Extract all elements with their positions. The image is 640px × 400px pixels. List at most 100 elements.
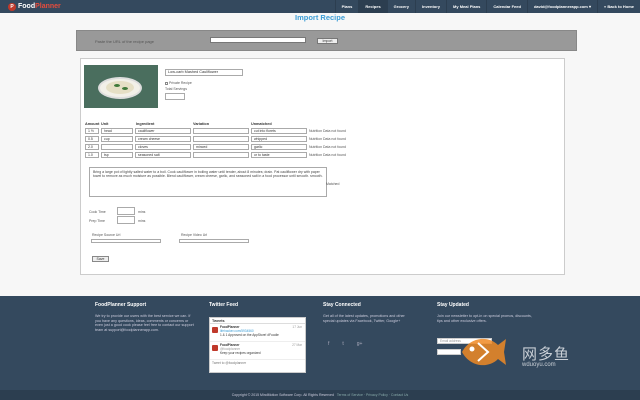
col-unit: Unit (101, 122, 109, 126)
page-title: Import Recipe (294, 13, 345, 22)
herb-garnish (114, 84, 120, 87)
footer-support: FoodPlanner Support We try to provide ou… (95, 302, 195, 332)
unmatched-input[interactable]: whipped (251, 136, 307, 142)
main-menu: Plans Recipes Grocery Inventory My Meal … (334, 0, 640, 13)
col-ingredient: Ingredient (136, 122, 155, 126)
avatar (212, 345, 218, 351)
tweet-time: 17 Jun (292, 325, 302, 329)
avatar (212, 327, 218, 333)
tweet-time: 27 Mar (292, 343, 302, 347)
updated-heading: Stay Updated (437, 302, 469, 308)
variation-input[interactable] (193, 136, 249, 142)
facebook-icon[interactable]: f (328, 341, 329, 347)
amount-input[interactable]: 0.5 (85, 136, 99, 142)
support-heading: FoodPlanner Support (95, 302, 147, 308)
unmatched-input[interactable]: cut into florets (251, 128, 307, 134)
ingredient-input[interactable]: cloves (135, 144, 191, 150)
unmatched-input[interactable]: garlic (251, 144, 307, 150)
nav-recipes[interactable]: Recipes (358, 0, 387, 13)
twitter-heading: Twitter Feed (209, 302, 239, 308)
import-url-bar: Paste the URL of the recipe page Import (76, 30, 577, 51)
nav-account-menu[interactable]: david@foodplannerapp.com ▾ (526, 0, 597, 13)
amount-input[interactable]: 1.0 (85, 152, 99, 158)
herb-garnish (122, 87, 128, 90)
cook-time-input[interactable] (117, 207, 135, 215)
google-plus-icon[interactable]: g+ (357, 341, 363, 347)
watermark-text: 网多鱼 (522, 346, 571, 363)
footer-updated: Stay Updated Join our newsletter to opt-… (437, 302, 537, 323)
private-recipe-toggle[interactable]: Private Recipe (165, 81, 192, 85)
brand-logo[interactable]: P FoodPlanner (8, 2, 61, 11)
prep-time-label: Prep Time (89, 219, 105, 223)
recipe-source-input[interactable] (91, 239, 161, 243)
servings-input[interactable] (165, 93, 185, 100)
recipe-photo (84, 65, 158, 108)
ingredient-input[interactable]: seasoned salt (135, 152, 191, 158)
nutrition-status: Nutrition Data not found (309, 153, 346, 157)
private-label: Private Recipe (169, 81, 192, 85)
nav-inventory[interactable]: Inventory (415, 0, 446, 13)
recipe-video-label: Recipe Video Url (181, 233, 208, 237)
prep-time-input[interactable] (117, 216, 135, 224)
save-button[interactable]: Save (92, 256, 109, 262)
private-checkbox[interactable] (165, 81, 168, 85)
variation-input[interactable] (193, 152, 249, 158)
unit-input[interactable] (101, 144, 133, 150)
tweet-text: 1 & 1 Approved on the AppStore! #Foodie (220, 332, 279, 337)
recipe-form: Low-carb Mashed Cauliflower Private Reci… (80, 58, 565, 275)
nav-my-meal-plans[interactable]: My Meal Plans (446, 0, 486, 13)
variation-input[interactable] (193, 128, 249, 134)
col-unmatched: Unmatched (251, 122, 272, 126)
ingredient-input[interactable]: cauliflower (135, 128, 191, 134)
amount-input[interactable]: 2.0 (85, 144, 99, 150)
variation-input[interactable]: minced (193, 144, 249, 150)
brand-name: FoodPlanner (18, 3, 61, 10)
unit-input[interactable]: tsp (101, 152, 133, 158)
amount-input[interactable]: 1 ½ (85, 128, 99, 134)
ingredient-input[interactable]: cream cheese (135, 136, 191, 142)
nav-grocery[interactable]: Grocery (386, 0, 415, 13)
import-button[interactable]: Import (317, 38, 338, 44)
directions-textarea[interactable]: Bring a large pot of lightly salted wate… (89, 167, 327, 197)
recipe-name-input[interactable]: Low-carb Mashed Cauliflower (165, 69, 243, 76)
import-url-label: Paste the URL of the recipe page (95, 39, 154, 44)
connected-heading: Stay Connected (323, 302, 361, 308)
copyright-bar: Copyright © 2015 MindMotion Software Cor… (0, 390, 640, 400)
unit-input[interactable]: head (101, 128, 133, 134)
connected-text: Get all of the latest updates, promotion… (323, 314, 405, 323)
col-variation: Variation (193, 122, 210, 126)
nutrition-status: Nutrition Data not found (309, 137, 346, 141)
support-text: We try to provide our users with the bes… (95, 314, 194, 332)
nutrition-status: Nutrition Data not found (309, 145, 346, 149)
unmatched-input[interactable]: or to taste (251, 152, 307, 158)
cook-time-label: Cook Time (89, 210, 106, 214)
footer-twitter: Twitter Feed (209, 302, 238, 314)
cook-time-unit: mins (138, 210, 146, 214)
col-amount: Amount (85, 122, 100, 126)
copyright-text: Copyright © 2015 MindMotion Software Cor… (231, 393, 334, 397)
nav-calendar-feed[interactable]: Calendar Feed (486, 0, 527, 13)
footer-connected: Stay Connected Get all of the latest upd… (323, 302, 415, 323)
tweet[interactable]: FoodPlanner 17 Jun lifehacker.com/593456… (210, 324, 305, 342)
footer-links[interactable]: Terms of Service · Privacy Policy · Cont… (337, 393, 408, 397)
chef-hat-icon: P (8, 2, 16, 11)
servings-label: Total Servings (165, 87, 187, 91)
nav-back-home[interactable]: « Back to Home (596, 0, 640, 13)
import-url-input[interactable] (210, 37, 306, 43)
twitter-widget[interactable]: Tweets FoodPlanner 17 Jun lifehacker.com… (209, 317, 306, 373)
nav-plans[interactable]: Plans (334, 0, 359, 13)
tweet-to-link[interactable]: Tweet to @foodplanner (210, 360, 305, 366)
watermark-url: wduoyu.com (522, 362, 556, 368)
recipe-source-label: Recipe Source Url (92, 233, 121, 237)
nutrition-status: Nutrition Data not found (309, 129, 346, 133)
recipe-video-input[interactable] (179, 239, 249, 243)
prep-time-unit: mins (138, 219, 146, 223)
fish-watermark-icon (462, 338, 506, 366)
unit-input[interactable]: cup (101, 136, 133, 142)
mash-graphic (106, 81, 134, 94)
social-links: f t g+ (328, 341, 362, 347)
tweet-text: Keep your recipes organized (220, 350, 261, 355)
top-navbar: P FoodPlanner Plans Recipes Grocery Inve… (0, 0, 640, 13)
tweet[interactable]: FoodPlanner 27 Mar @foodplanner Keep you… (210, 342, 305, 360)
twitter-icon[interactable]: t (342, 341, 343, 347)
